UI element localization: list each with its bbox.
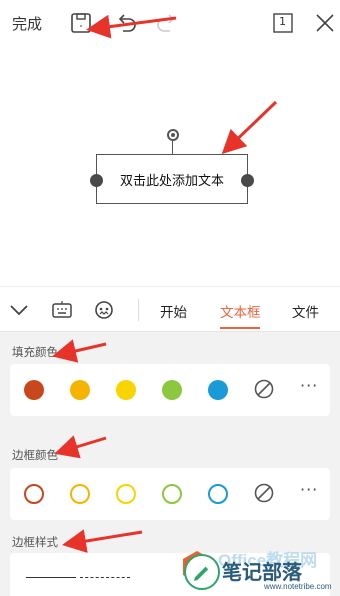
save-icon[interactable] <box>68 10 94 36</box>
tab-textbox[interactable]: 文本框 <box>220 301 261 321</box>
fill-color-label: 填充颜色 <box>12 345 58 359</box>
watermark-url: www.notetribe.com <box>264 582 332 591</box>
keyboard-icon[interactable] <box>51 299 73 321</box>
done-button[interactable]: 完成 <box>12 13 42 34</box>
fill-swatch-orange[interactable] <box>70 380 90 400</box>
more-colors-button[interactable]: ··· <box>300 376 318 395</box>
close-icon[interactable] <box>312 10 338 36</box>
collapse-chevron-icon[interactable] <box>8 299 30 321</box>
rotation-stem <box>172 141 173 155</box>
top-toolbar: 完成 1 <box>0 0 340 46</box>
resize-handle-right[interactable] <box>241 174 254 187</box>
tab-file[interactable]: 文件 <box>292 301 319 321</box>
fill-swatch-blue[interactable] <box>208 380 228 400</box>
text-box-placeholder[interactable]: 双击此处添加文本 <box>97 170 247 189</box>
line-style-dashed[interactable] <box>80 577 130 578</box>
fill-swatch-yellow[interactable] <box>116 380 136 400</box>
watermark-site-name: 笔记部落 <box>222 560 302 584</box>
rotation-handle[interactable] <box>167 129 179 141</box>
border-color-label: 边框颜色 <box>12 448 58 462</box>
tab-divider <box>138 299 139 321</box>
pen-badge-icon <box>184 554 220 590</box>
border-swatch-orange[interactable] <box>70 484 90 504</box>
fill-swatch-green[interactable] <box>162 380 182 400</box>
border-swatch-yellow[interactable] <box>116 484 136 504</box>
border-style-label: 边框样式 <box>12 535 58 549</box>
no-color-icon[interactable] <box>253 482 275 504</box>
no-color-icon[interactable] <box>253 378 275 400</box>
border-swatch-green[interactable] <box>162 484 182 504</box>
border-color-palette: ··· <box>10 468 330 520</box>
active-tab-indicator <box>220 327 260 329</box>
line-style-solid[interactable] <box>26 577 76 578</box>
page-count-label: 1 <box>279 15 286 28</box>
undo-icon[interactable] <box>113 10 139 36</box>
ribbon-tab-bar: 开始 文本框 文件 <box>0 286 340 332</box>
watermark: Office教程网 笔记部落 www.notetribe.com <box>176 546 340 596</box>
border-swatch-red[interactable] <box>24 484 44 504</box>
tab-start[interactable]: 开始 <box>160 301 187 321</box>
border-swatch-blue[interactable] <box>208 484 228 504</box>
text-box[interactable]: 双击此处添加文本 <box>90 129 254 204</box>
voice-assistant-icon[interactable] <box>93 299 115 321</box>
more-colors-button[interactable]: ··· <box>300 480 318 499</box>
fill-color-palette: ··· <box>10 364 330 416</box>
fill-swatch-red[interactable] <box>24 380 44 400</box>
slide-canvas[interactable]: 双击此处添加文本 <box>0 46 340 272</box>
resize-handle-left[interactable] <box>90 174 103 187</box>
redo-icon[interactable] <box>154 10 180 36</box>
